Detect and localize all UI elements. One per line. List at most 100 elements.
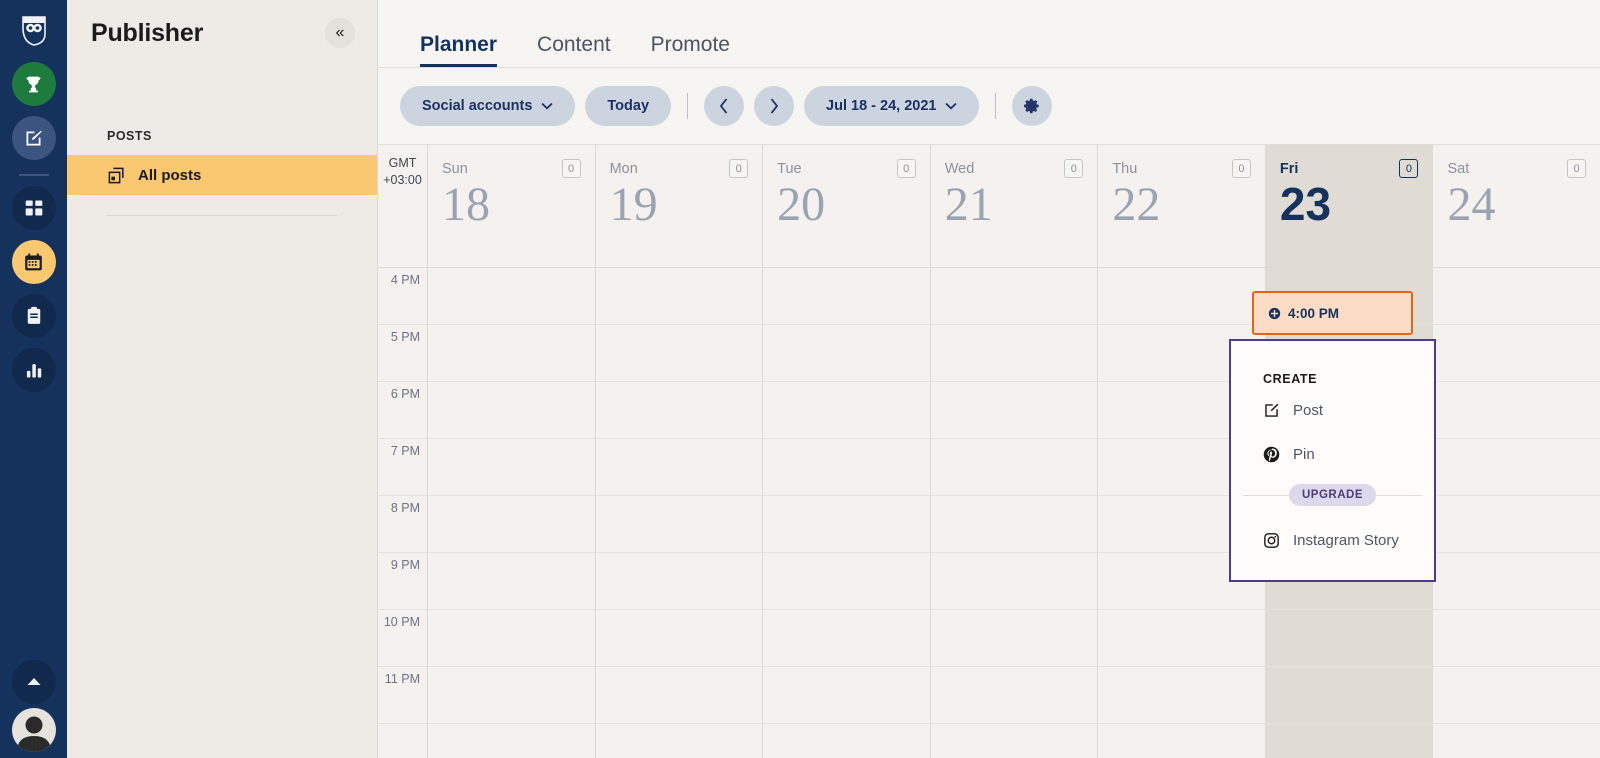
time-slot[interactable]	[1433, 553, 1600, 610]
rail-item-planner[interactable]	[11, 240, 56, 284]
time-slot[interactable]	[428, 610, 595, 667]
calendar-icon	[23, 252, 44, 273]
time-slot[interactable]	[595, 496, 763, 553]
double-chevron-left-icon: «	[335, 24, 345, 41]
time-slot[interactable]	[763, 439, 930, 496]
rail-item-inbox[interactable]	[11, 294, 56, 338]
time-slot[interactable]	[930, 610, 1098, 667]
time-slot[interactable]	[763, 667, 930, 724]
create-menu-item-label: Instagram Story	[1293, 531, 1399, 549]
create-menu-title: CREATE	[1263, 372, 1318, 386]
time-slot[interactable]	[930, 325, 1098, 382]
time-slot[interactable]	[1433, 610, 1600, 667]
time-slot[interactable]	[1098, 610, 1265, 667]
time-slot[interactable]	[1433, 496, 1600, 553]
time-slot[interactable]	[1265, 667, 1433, 724]
user-avatar[interactable]	[11, 708, 56, 752]
sidebar-collapse-button[interactable]: «	[325, 18, 355, 48]
sidebar-item-all-posts[interactable]: All posts	[67, 155, 377, 195]
today-button[interactable]: Today	[585, 86, 672, 126]
stacked-posts-icon	[107, 166, 126, 185]
day-post-count-badge: 0	[1567, 159, 1587, 178]
time-slot[interactable]	[763, 325, 930, 382]
time-slot[interactable]	[763, 268, 930, 325]
tab-content[interactable]: Content	[517, 33, 631, 67]
date-range-picker[interactable]: Jul 18 - 24, 2021	[804, 86, 980, 126]
time-slot[interactable]	[930, 439, 1098, 496]
day-number: 21	[944, 178, 993, 231]
time-slot[interactable]	[930, 496, 1098, 553]
time-slot[interactable]	[1433, 325, 1600, 382]
time-slot[interactable]	[1433, 382, 1600, 439]
gear-icon	[1023, 97, 1041, 115]
social-accounts-filter[interactable]: Social accounts	[400, 86, 576, 126]
rail-item-compose[interactable]	[11, 116, 56, 160]
time-slot[interactable]	[428, 439, 595, 496]
time-slot[interactable]	[1433, 667, 1600, 724]
tab-promote[interactable]: Promote	[631, 33, 750, 67]
rail-collapse-button[interactable]	[11, 660, 56, 704]
global-nav-rail	[0, 0, 67, 758]
create-menu-item-instagram-story[interactable]: Instagram Story	[1231, 520, 1434, 560]
time-slot[interactable]	[428, 382, 595, 439]
day-header-mon[interactable]: Mon 0 19	[596, 145, 764, 267]
time-slot[interactable]	[428, 496, 595, 553]
calendar-settings-button[interactable]	[1012, 86, 1053, 126]
time-slot[interactable]	[1098, 667, 1265, 724]
time-slot[interactable]	[1433, 268, 1600, 325]
create-menu-item-post[interactable]: Post	[1231, 390, 1434, 430]
tab-planner[interactable]: Planner	[400, 33, 517, 67]
new-post-time-slot-chip[interactable]: 4:00 PM	[1252, 291, 1413, 335]
time-slot[interactable]	[595, 610, 763, 667]
time-slot[interactable]	[930, 382, 1098, 439]
time-slot[interactable]	[1433, 439, 1600, 496]
page-title: Publisher	[91, 18, 204, 47]
time-slot[interactable]	[930, 667, 1098, 724]
divider-line-left	[1243, 494, 1289, 496]
time-slot[interactable]	[428, 325, 595, 382]
time-slot[interactable]	[595, 268, 763, 325]
previous-week-button[interactable]	[704, 86, 745, 126]
rail-item-analytics[interactable]	[11, 348, 56, 392]
time-slot[interactable]	[763, 610, 930, 667]
rail-item-streams[interactable]	[11, 186, 56, 230]
time-slot[interactable]	[1265, 610, 1433, 667]
next-week-button[interactable]	[754, 86, 795, 126]
day-header-fri[interactable]: Fri 0 23	[1265, 145, 1434, 267]
day-header-thu[interactable]: Thu 0 22	[1098, 145, 1266, 267]
time-slot[interactable]	[1098, 268, 1265, 325]
upgrade-separator-row: UPGRADE	[1231, 484, 1434, 506]
time-slot[interactable]	[428, 667, 595, 724]
clipboard-icon	[24, 306, 44, 326]
day-column-wed	[930, 268, 1099, 758]
social-accounts-label: Social accounts	[422, 98, 533, 114]
time-slot[interactable]	[930, 553, 1098, 610]
day-header-sun[interactable]: Sun 0 18	[428, 145, 596, 267]
time-label: 11 PM	[378, 667, 427, 724]
create-menu-item-label: Pin	[1293, 445, 1315, 463]
toolbar-divider-1	[687, 93, 689, 119]
hootsuite-owl-logo[interactable]	[12, 8, 56, 52]
create-menu-item-pin[interactable]: Pin	[1231, 434, 1434, 474]
time-slot[interactable]	[595, 553, 763, 610]
compose-pencil-icon	[1263, 402, 1280, 419]
day-header-tue[interactable]: Tue 0 20	[763, 145, 931, 267]
time-slot[interactable]	[595, 439, 763, 496]
create-menu-popup: CREATE Post Pin UPGRADE Instagram Story	[1229, 339, 1436, 582]
chevron-down-icon	[541, 102, 554, 110]
time-label: 9 PM	[378, 553, 427, 610]
time-slot[interactable]	[595, 382, 763, 439]
time-slot[interactable]	[595, 667, 763, 724]
day-header-wed[interactable]: Wed 0 21	[931, 145, 1099, 267]
time-slot[interactable]	[595, 325, 763, 382]
time-slot[interactable]	[763, 382, 930, 439]
time-slot[interactable]	[930, 268, 1098, 325]
time-slot[interactable]	[763, 553, 930, 610]
create-menu-item-label: Post	[1293, 401, 1324, 419]
calendar-day-headers: GMT +03:00 Sun 0 18 Mon 0 19 Tue 0 20 We…	[378, 145, 1600, 268]
time-slot[interactable]	[763, 496, 930, 553]
day-header-sat[interactable]: Sat 0 24	[1433, 145, 1600, 267]
rail-item-rewards[interactable]	[11, 62, 56, 106]
time-slot[interactable]	[428, 268, 595, 325]
time-slot[interactable]	[428, 553, 595, 610]
